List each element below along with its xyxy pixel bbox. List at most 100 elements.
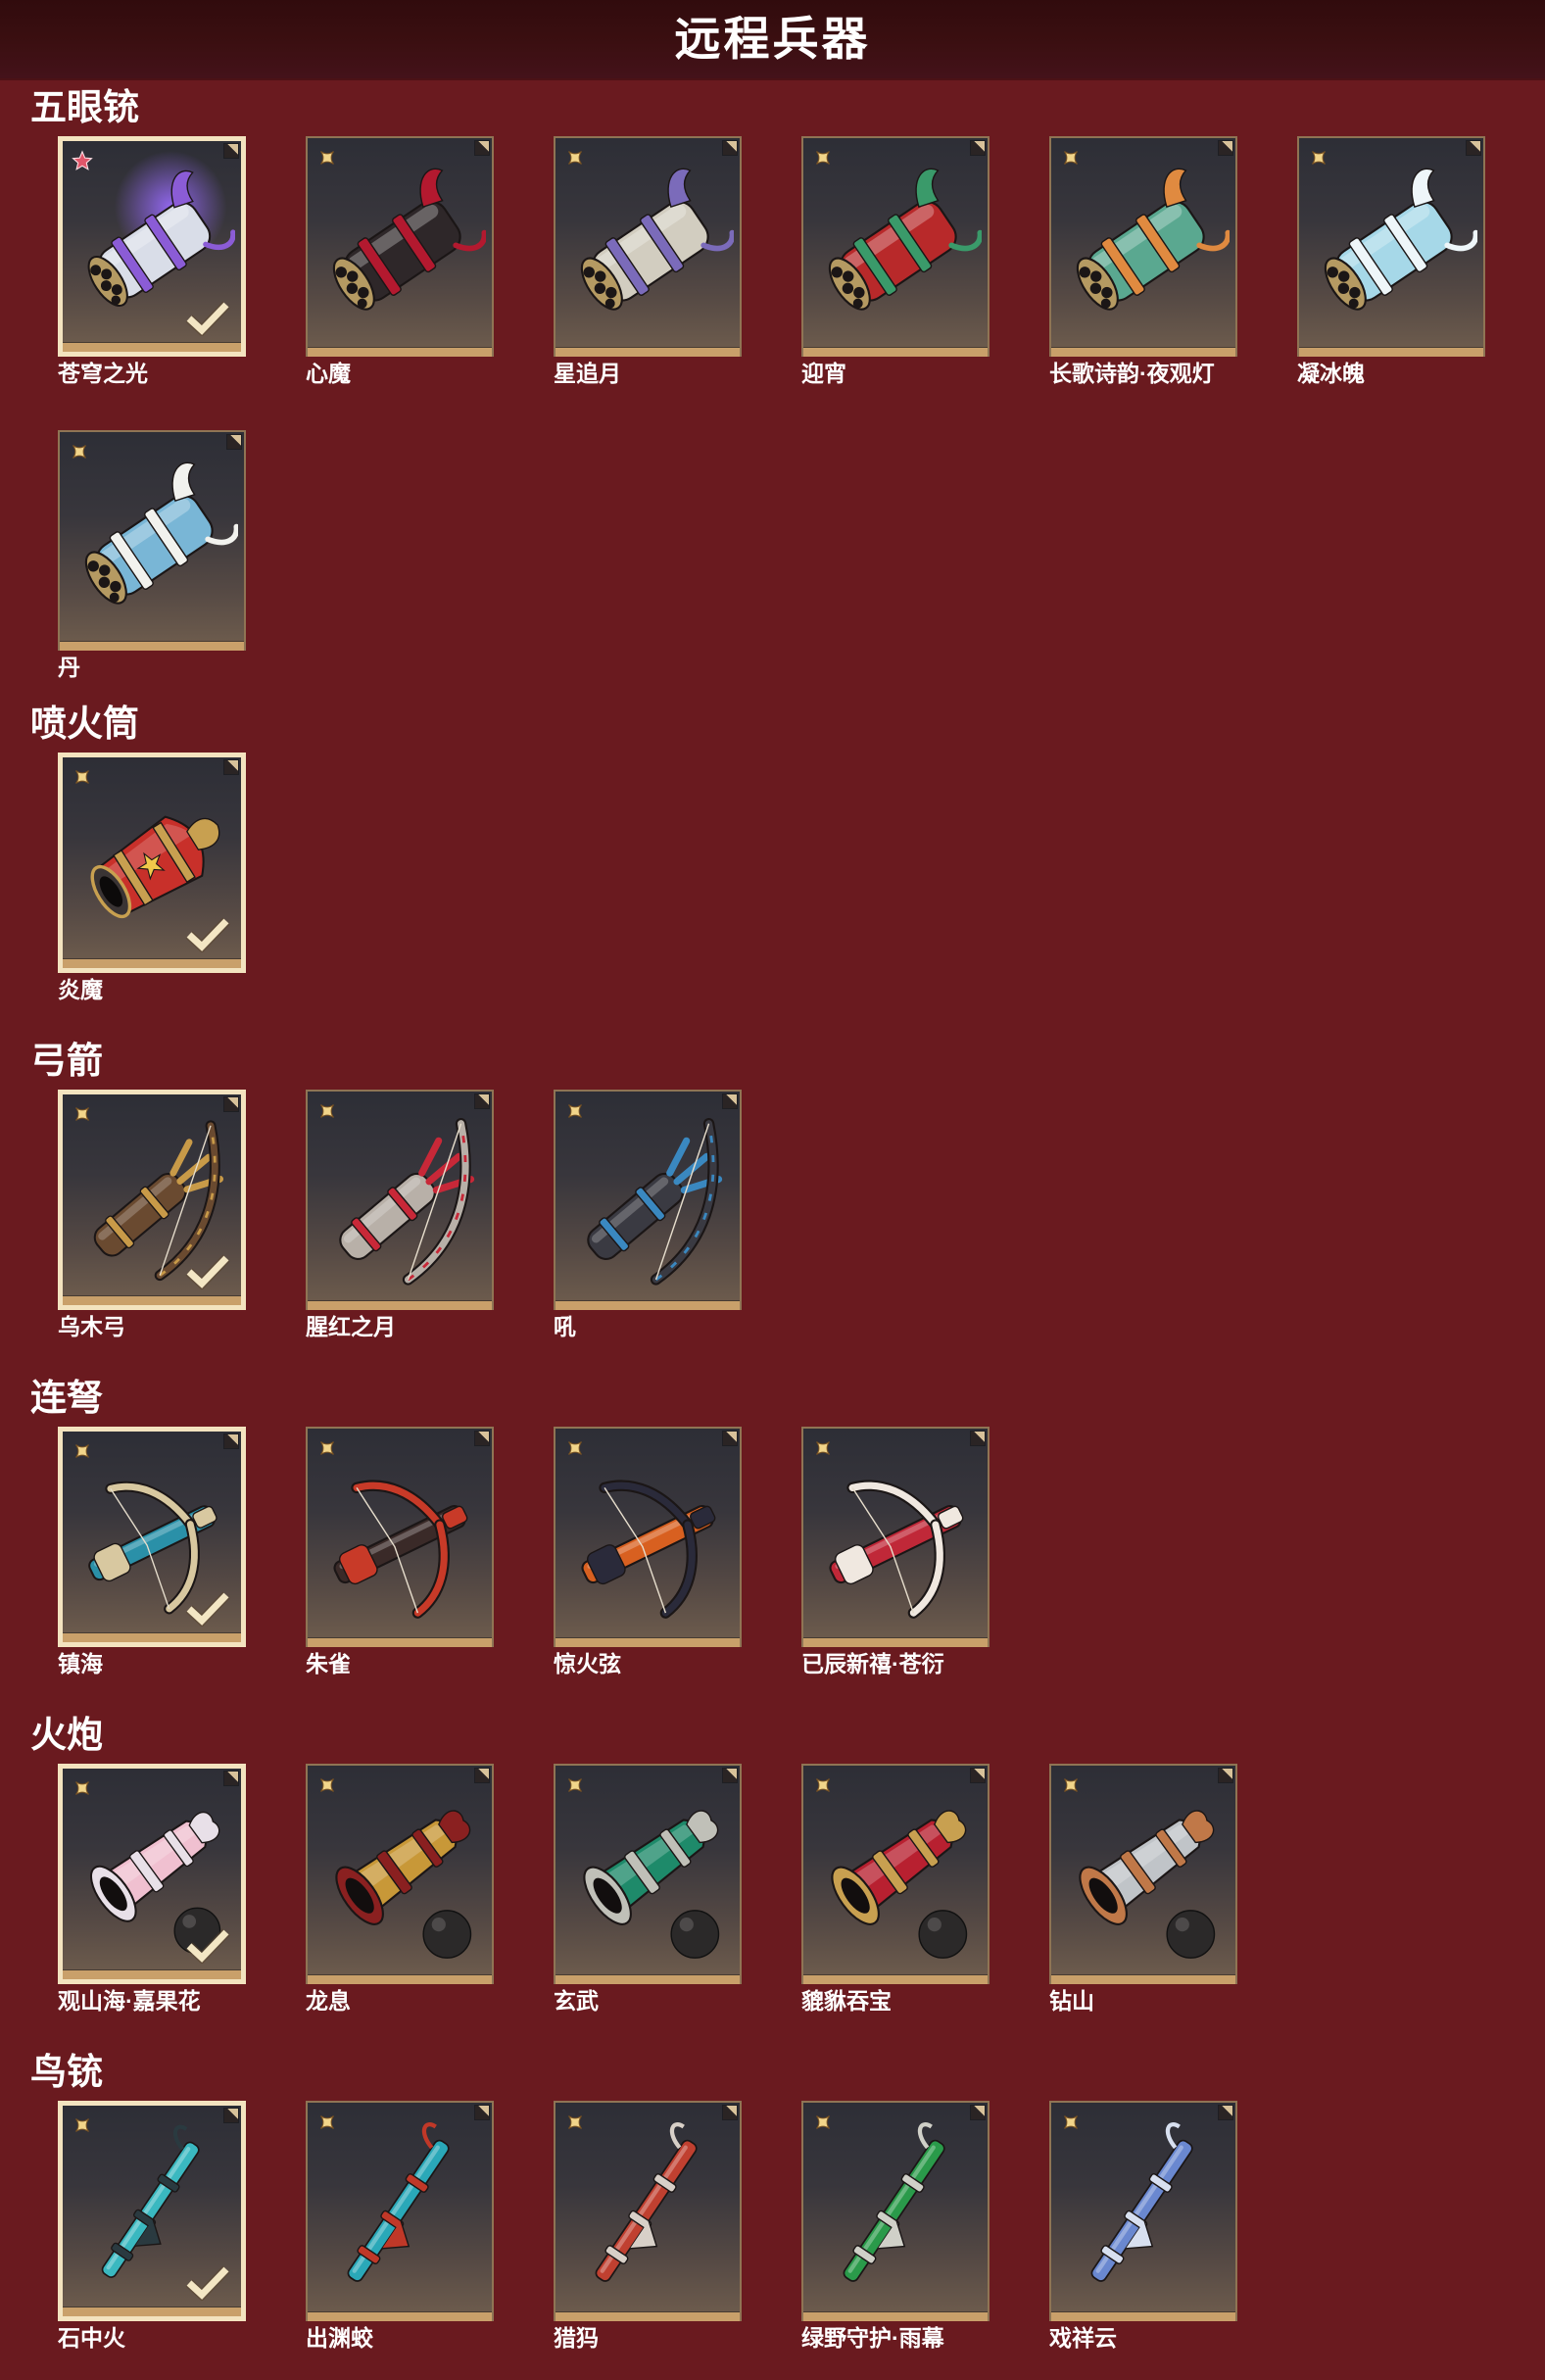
weapon-item[interactable]: 凝冰魄 (1297, 136, 1485, 388)
weapon-category-section: 喷火筒 炎魔 (0, 700, 1545, 1004)
weapon-item[interactable]: 观山海·嘉果花 (58, 1764, 246, 2016)
gold-star-icon (564, 1100, 586, 1122)
weapon-item[interactable]: 龙息 (306, 1764, 494, 2016)
corner-ornament-icon (475, 1432, 489, 1445)
weapon-tile[interactable] (58, 1427, 246, 1647)
weapon-name: 钻山 (1049, 1988, 1094, 2014)
musket-icon (1057, 2113, 1230, 2307)
weapon-tile[interactable] (1049, 2101, 1237, 2321)
tile-frame-bar (1051, 2312, 1235, 2321)
category-title: 弓箭 (30, 1041, 103, 1081)
weapon-tile[interactable] (58, 1764, 246, 1984)
corner-ornament-icon (971, 1432, 985, 1445)
weapon-name: 镇海 (58, 1651, 103, 1676)
corner-ornament-icon (1467, 141, 1480, 155)
weapon-name: 吼 (554, 1314, 576, 1339)
weapon-tile[interactable] (554, 1427, 742, 1647)
weapon-tile[interactable] (58, 136, 246, 357)
gold-star-icon (1060, 2112, 1082, 2133)
bow-icon (561, 1101, 734, 1296)
weapon-item[interactable]: 貔貅吞宝 (801, 1764, 990, 2016)
weapon-item[interactable]: 炎魔 (58, 753, 246, 1004)
gold-star-icon (812, 1437, 834, 1459)
item-grid: 观山海·嘉果花 龙息 玄武 貔貅吞宝 钻山 (58, 1764, 1545, 2016)
page-title: 远程兵器 (674, 13, 871, 65)
item-grid: 炎魔 (58, 753, 1545, 1004)
checkmark-icon (184, 1926, 231, 1964)
weapon-item[interactable]: 星追月 (554, 136, 742, 388)
weapon-category-section: 弓箭 乌木弓 腥红之月 吼 (0, 1037, 1545, 1341)
weapon-tile[interactable] (801, 1427, 990, 1647)
gold-star-icon (1060, 1774, 1082, 1796)
weapon-item[interactable]: 迎宵 (801, 136, 990, 388)
corner-ornament-icon (723, 1432, 737, 1445)
tile-frame-bar (555, 1638, 740, 1647)
weapon-item[interactable]: 玄武 (554, 1764, 742, 2016)
weapon-tile[interactable] (554, 2101, 742, 2321)
weapon-tile[interactable] (801, 1764, 990, 1984)
weapon-item[interactable]: 吼 (554, 1090, 742, 1341)
weapon-name: 貔貅吞宝 (801, 1988, 892, 2014)
weapon-tile[interactable] (801, 136, 990, 357)
tile-frame-bar (308, 1638, 492, 1647)
weapon-item[interactable]: 出渊蛟 (306, 2101, 494, 2353)
weapon-item[interactable]: 戏祥云 (1049, 2101, 1237, 2353)
weapon-tile[interactable] (1049, 1764, 1237, 1984)
weapon-item[interactable]: 猎犸 (554, 2101, 742, 2353)
corner-ornament-icon (723, 1094, 737, 1108)
weapon-item[interactable]: 长歌诗韵·夜观灯 (1049, 136, 1237, 388)
weapon-tile[interactable] (306, 136, 494, 357)
tile-frame-bar (555, 348, 740, 357)
weapon-item[interactable]: 钻山 (1049, 1764, 1237, 2016)
weapon-name: 猎犸 (554, 2325, 599, 2351)
bow-icon (314, 1101, 486, 1296)
weapon-tile[interactable] (58, 430, 246, 651)
musket-icon (809, 2113, 982, 2307)
musket-icon (314, 2113, 486, 2307)
gold-star-icon (316, 1774, 338, 1796)
weapon-name: 出渊蛟 (306, 2325, 373, 2351)
weapon-tile[interactable] (554, 1090, 742, 1310)
weapon-item[interactable]: 朱雀 (306, 1427, 494, 1678)
weapon-item[interactable]: 绿野守护·雨幕 (801, 2101, 990, 2353)
weapon-name: 龙息 (306, 1988, 351, 2014)
weapon-item[interactable]: 苍穹之光 (58, 136, 246, 388)
weapon-tile[interactable] (306, 1427, 494, 1647)
gold-star-icon (72, 766, 93, 788)
weapon-tile[interactable] (801, 2101, 990, 2321)
musket-icon (561, 2113, 734, 2307)
weapon-item[interactable]: 心魔 (306, 136, 494, 388)
tile-frame-bar (1299, 348, 1483, 357)
weapon-item[interactable]: 乌木弓 (58, 1090, 246, 1341)
weapon-tile[interactable] (1297, 136, 1485, 357)
weapon-item[interactable]: 已辰新禧·苍衍 (801, 1427, 990, 1678)
weapon-tile[interactable] (58, 2101, 246, 2321)
weapon-tile[interactable] (554, 136, 742, 357)
top-bar: 远程兵器 (0, 0, 1545, 78)
corner-ornament-icon (475, 2106, 489, 2119)
item-grid: 乌木弓 腥红之月 吼 (58, 1090, 1545, 1341)
weapon-tile[interactable] (1049, 136, 1237, 357)
weapon-item[interactable]: 石中火 (58, 2101, 246, 2353)
weapon-item[interactable]: 丹 (58, 430, 246, 682)
weapon-tile[interactable] (306, 2101, 494, 2321)
weapon-tile[interactable] (58, 1090, 246, 1310)
weapon-item[interactable]: 腥红之月 (306, 1090, 494, 1341)
corner-ornament-icon (723, 141, 737, 155)
weapon-item[interactable]: 惊火弦 (554, 1427, 742, 1678)
corner-ornament-icon (1219, 1769, 1232, 1782)
weapon-tile[interactable] (306, 1090, 494, 1310)
weapon-name: 迎宵 (801, 361, 846, 386)
weapon-tile[interactable] (306, 1764, 494, 1984)
gold-star-icon (316, 2112, 338, 2133)
tile-frame-bar (63, 1633, 241, 1642)
weapon-tile[interactable] (58, 753, 246, 973)
weapon-tile[interactable] (554, 1764, 742, 1984)
gold-star-icon (316, 147, 338, 169)
gold-star-icon (812, 147, 834, 169)
corner-ornament-icon (475, 1094, 489, 1108)
cannon-icon (561, 1775, 734, 1970)
tile-frame-bar (555, 2312, 740, 2321)
weapon-item[interactable]: 镇海 (58, 1427, 246, 1678)
tile-frame-bar (63, 2307, 241, 2316)
